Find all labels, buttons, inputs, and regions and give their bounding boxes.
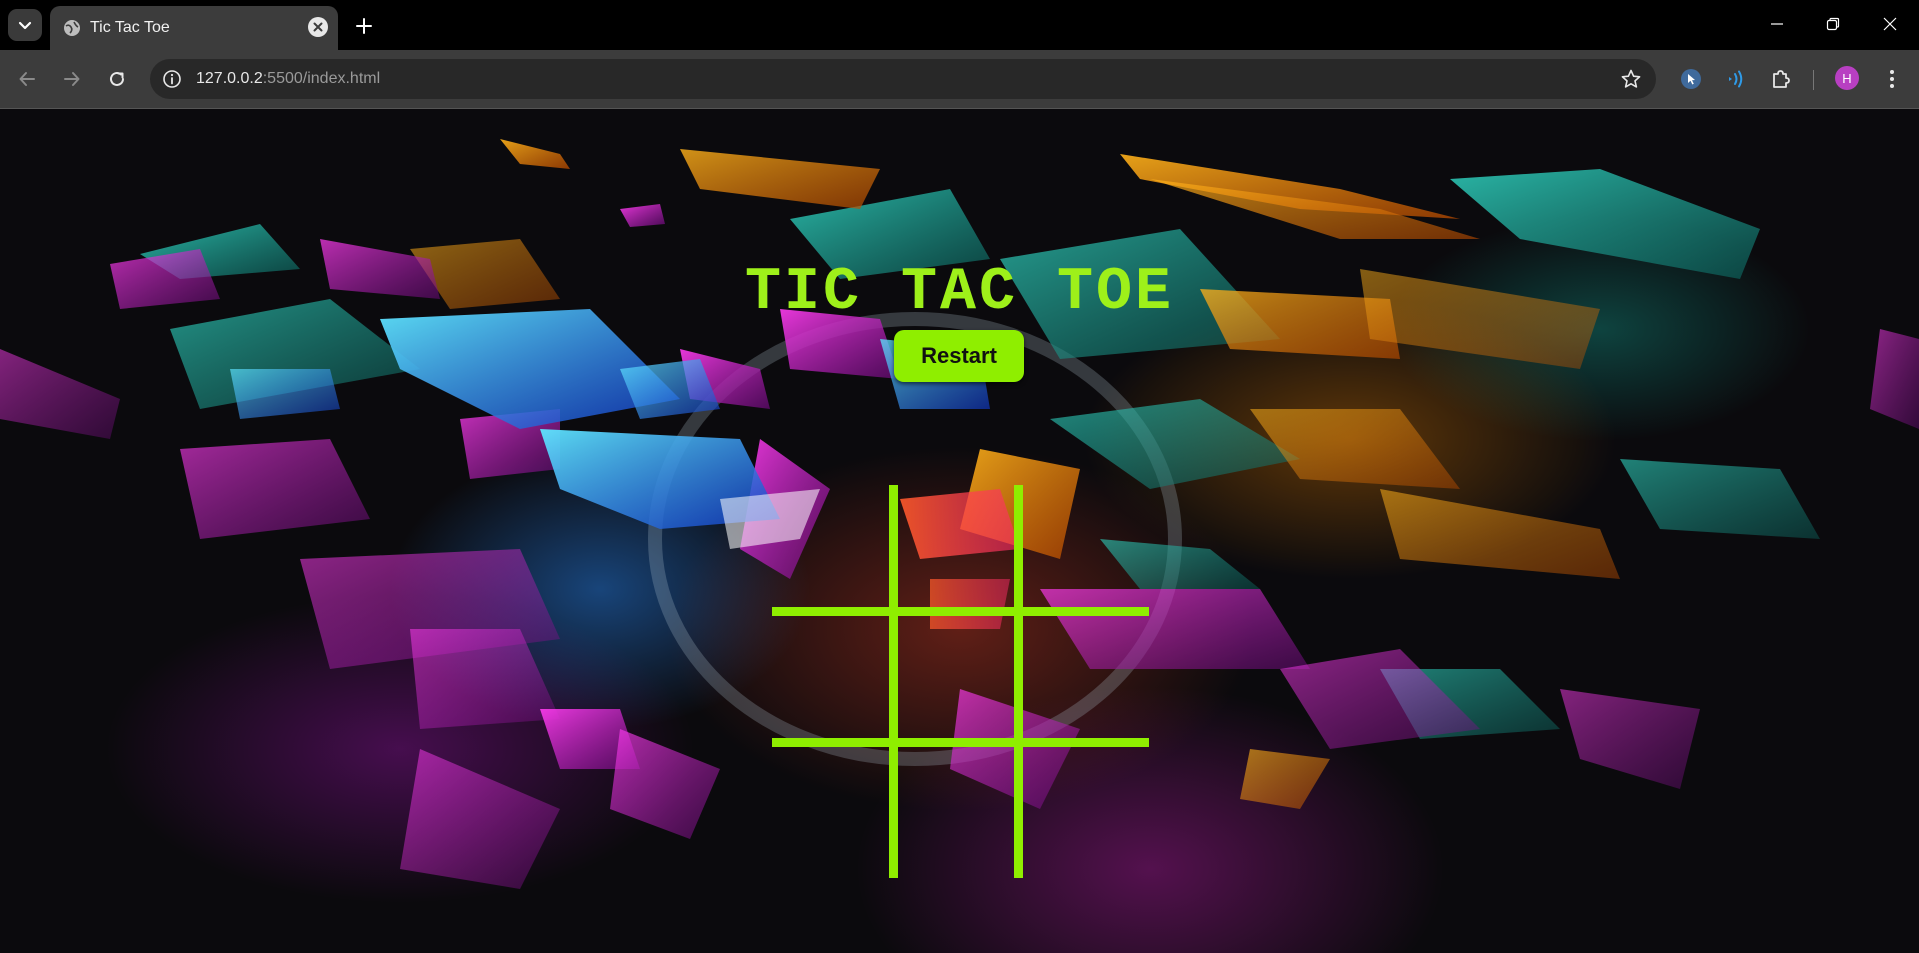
back-button[interactable]: [12, 64, 42, 94]
tab-title: Tic Tac Toe: [90, 19, 170, 36]
close-icon: [313, 22, 323, 32]
cursor-extension-icon: [1681, 69, 1701, 89]
profile-avatar[interactable]: H: [1835, 66, 1859, 90]
board-cell-6[interactable]: [1023, 616, 1149, 747]
restore-button[interactable]: [1810, 6, 1856, 42]
board-cell-3[interactable]: [1023, 485, 1149, 616]
toolbar-separator: [1813, 70, 1814, 90]
board-cell-2[interactable]: [897, 485, 1024, 616]
kebab-menu-icon: [1890, 70, 1894, 88]
new-tab-button[interactable]: [350, 12, 378, 40]
tab-close-button[interactable]: [308, 17, 328, 37]
board-cell-4[interactable]: [772, 616, 898, 747]
restore-icon: [1826, 17, 1840, 31]
audio-extension-icon: [1729, 70, 1743, 88]
audio-extension-button[interactable]: [1720, 64, 1750, 94]
puzzle-icon: [1773, 70, 1790, 88]
globe-icon: [64, 20, 80, 36]
game-board: [772, 485, 1149, 878]
star-icon[interactable]: [1620, 68, 1642, 90]
board-cell-7[interactable]: [772, 747, 898, 878]
browser-menu-button[interactable]: [1877, 64, 1907, 94]
minimize-button[interactable]: [1754, 6, 1800, 42]
tab-strip: Tic Tac Toe: [0, 0, 1919, 50]
window-close-button[interactable]: [1867, 6, 1913, 42]
url-path: :5500/index.html: [262, 70, 381, 87]
active-tab[interactable]: Tic Tac Toe: [50, 6, 338, 50]
browser-toolbar: 127.0.0.2:5500/index.html: [0, 50, 1919, 109]
tab-search-button[interactable]: [8, 9, 42, 41]
board-cell-1[interactable]: [772, 485, 898, 616]
browser-window: Tic Tac Toe 127.0.0.2:5500/index.html H …: [0, 0, 1919, 953]
game-title: TIC TAC TOE: [744, 259, 1175, 327]
plus-icon: [356, 18, 372, 34]
window-close-icon: [1883, 17, 1897, 31]
back-arrow-icon: [19, 72, 35, 86]
board-cell-8[interactable]: [898, 747, 1024, 878]
info-icon[interactable]: [162, 69, 182, 89]
board-cell-9[interactable]: [1023, 747, 1149, 878]
board-cell-5[interactable]: [897, 616, 1024, 747]
minimize-icon: [1771, 23, 1783, 25]
url-text[interactable]: 127.0.0.2:5500/index.html: [196, 70, 380, 88]
forward-arrow-icon: [64, 72, 80, 86]
reload-button[interactable]: [102, 64, 132, 94]
url-host: 127.0.0.2: [196, 70, 263, 87]
reload-icon: [110, 71, 124, 86]
restart-button[interactable]: Restart: [894, 330, 1024, 382]
extensions-button[interactable]: [1766, 64, 1796, 94]
forward-button[interactable]: [57, 64, 87, 94]
cursor-extension-button[interactable]: [1676, 64, 1706, 94]
tab-search-icon: [18, 21, 32, 30]
page-viewport: TIC TAC TOE Restart: [0, 109, 1919, 953]
address-bar[interactable]: 127.0.0.2:5500/index.html: [150, 59, 1656, 99]
